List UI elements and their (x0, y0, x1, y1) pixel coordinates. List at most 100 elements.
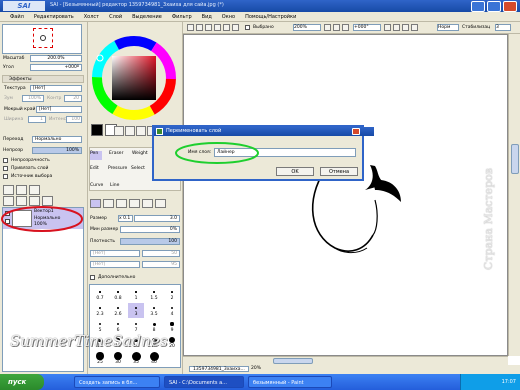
effect-scale-field[interactable]: 100% (22, 95, 44, 102)
menu-window[interactable]: Окно (222, 14, 235, 20)
size-preset[interactable]: 30 (110, 351, 126, 366)
scale-field[interactable]: 200.0% (30, 55, 82, 62)
tool-weight[interactable]: Weight (132, 151, 148, 156)
tool-select[interactable]: Select (131, 166, 145, 171)
start-button[interactable]: пуск (0, 374, 44, 390)
menu-edit[interactable]: Редактировать (34, 14, 74, 20)
density-slider[interactable]: 100 (120, 238, 180, 245)
new-vector-layer-icon[interactable] (16, 185, 27, 195)
brush-size-slider[interactable]: 3.0 (134, 215, 180, 222)
color-wheel[interactable] (90, 34, 178, 122)
close-icon[interactable] (503, 1, 517, 12)
tool-line[interactable]: Line (110, 183, 119, 188)
magic-wand-icon[interactable] (136, 126, 146, 136)
vertical-scrollbar[interactable] (508, 34, 520, 356)
brush-texture-select[interactable]: [Нет] (90, 261, 140, 268)
rotate-reset-icon[interactable] (402, 24, 409, 31)
normal-select[interactable]: Норм (437, 24, 459, 31)
lasso-icon[interactable] (125, 126, 135, 136)
source-checkbox[interactable] (3, 174, 8, 179)
menu-canvas[interactable]: Холст (84, 14, 99, 20)
document-tab[interactable]: 1359734981_3хаиха... (189, 366, 249, 372)
menu-layer[interactable]: Слой (109, 14, 122, 20)
intensity-field[interactable]: 100 (66, 116, 82, 123)
horizontal-scroll-thumb[interactable] (273, 358, 313, 364)
opacity-slider[interactable]: 100% (32, 147, 82, 154)
redo-icon[interactable] (214, 24, 221, 31)
taskbar-item-browser[interactable]: Создать запись в бл... (74, 376, 160, 388)
minimize-icon[interactable] (471, 1, 485, 12)
stabilizer-select[interactable]: 3 (495, 24, 511, 31)
taskbar-item-paint[interactable]: безымянный - Paint (248, 376, 332, 388)
brush-shape-icon[interactable] (142, 199, 153, 208)
angle-toolbar-field[interactable]: +000° (353, 24, 381, 31)
advanced-toggle[interactable] (90, 275, 95, 280)
brush-shape-icon[interactable] (116, 199, 127, 208)
rotate-left-icon[interactable] (384, 24, 391, 31)
rotate-right-icon[interactable] (393, 24, 400, 31)
tool-eraser[interactable]: Eraser (109, 151, 123, 156)
size-preset[interactable]: 2.3 (92, 303, 108, 318)
dialog-close-icon[interactable] (352, 128, 360, 135)
width-field[interactable]: 1 (28, 116, 46, 123)
undo-icon[interactable] (205, 24, 212, 31)
maximize-icon[interactable] (487, 1, 501, 12)
tool-pen[interactable]: Pen (90, 151, 102, 160)
size-preset[interactable]: 2.6 (110, 303, 126, 318)
effects-header[interactable]: Эффекты (2, 75, 84, 83)
brush-size-mult[interactable]: x 0.1 (118, 215, 133, 222)
menu-help[interactable]: Помощь/Настройки (245, 14, 296, 20)
brush-texture-value[interactable]: 95 (142, 261, 180, 268)
protect-checkbox[interactable] (3, 158, 8, 163)
brush-shape-icon[interactable] (103, 199, 114, 208)
vertical-scroll-thumb[interactable] (511, 144, 519, 174)
size-preset[interactable]: 3.5 (146, 303, 162, 318)
size-preset[interactable]: 1 (128, 287, 144, 302)
new-folder-icon[interactable] (29, 185, 40, 195)
brush-shape-icon[interactable] (155, 199, 166, 208)
new-layer-icon[interactable] (3, 185, 14, 195)
cancel-button[interactable]: Отмена (320, 167, 358, 176)
size-preset[interactable]: 40 (146, 351, 162, 366)
size-preset[interactable]: 4 (164, 303, 180, 318)
size-preset[interactable]: 35 (128, 351, 144, 366)
brush-shape-value[interactable]: 50 (142, 250, 180, 257)
min-size-slider[interactable]: 0% (120, 226, 180, 233)
clip-checkbox[interactable] (3, 166, 8, 171)
size-preset[interactable]: 2 (164, 287, 180, 302)
tool-curve[interactable]: Curve (90, 183, 103, 188)
zoom-field[interactable]: 200% (293, 24, 321, 31)
blend-mode-select[interactable]: Нормально (32, 136, 82, 143)
wet-edge-select[interactable]: [Нет] (36, 106, 82, 113)
menu-filter[interactable]: Фильтр (172, 14, 192, 20)
menu-view[interactable]: Вид (202, 14, 212, 20)
size-preset[interactable]: 0.7 (92, 287, 108, 302)
navigator-preview[interactable] (2, 24, 82, 54)
flip-icon[interactable] (196, 24, 203, 31)
size-preset[interactable]: 0.8 (110, 287, 126, 302)
zoom-reset-icon[interactable] (342, 24, 349, 31)
zoom-in-icon[interactable] (333, 24, 340, 31)
tool-pressure[interactable]: Pressure (108, 166, 127, 171)
ok-button[interactable]: OK (276, 167, 314, 176)
texture-select[interactable]: [Нет] (30, 85, 82, 92)
deselect-icon[interactable] (223, 24, 230, 31)
selection-checkbox[interactable] (245, 25, 250, 30)
taskbar-item-sai[interactable]: SAI - C:\Documents a... (164, 376, 244, 388)
size-preset[interactable]: 3 (128, 303, 144, 318)
contrast-field[interactable]: 20 (64, 95, 82, 102)
brush-shape-icon[interactable] (90, 199, 101, 208)
angle-field[interactable]: +000º (30, 64, 82, 71)
size-preset[interactable]: 25 (92, 351, 108, 366)
size-preset[interactable]: 1.5 (146, 287, 162, 302)
invert-icon[interactable] (232, 24, 239, 31)
brush-shape-select[interactable]: [Нет] (90, 250, 140, 257)
horizontal-scrollbar[interactable] (183, 356, 508, 365)
mirror-icon[interactable] (411, 24, 418, 31)
menu-selection[interactable]: Выделение (132, 14, 162, 20)
brush-shape-icon[interactable] (129, 199, 140, 208)
tool-edit[interactable]: Edit (90, 166, 99, 171)
rotate-icon[interactable] (187, 24, 194, 31)
zoom-out-icon[interactable] (324, 24, 331, 31)
rect-select-icon[interactable] (114, 126, 124, 136)
